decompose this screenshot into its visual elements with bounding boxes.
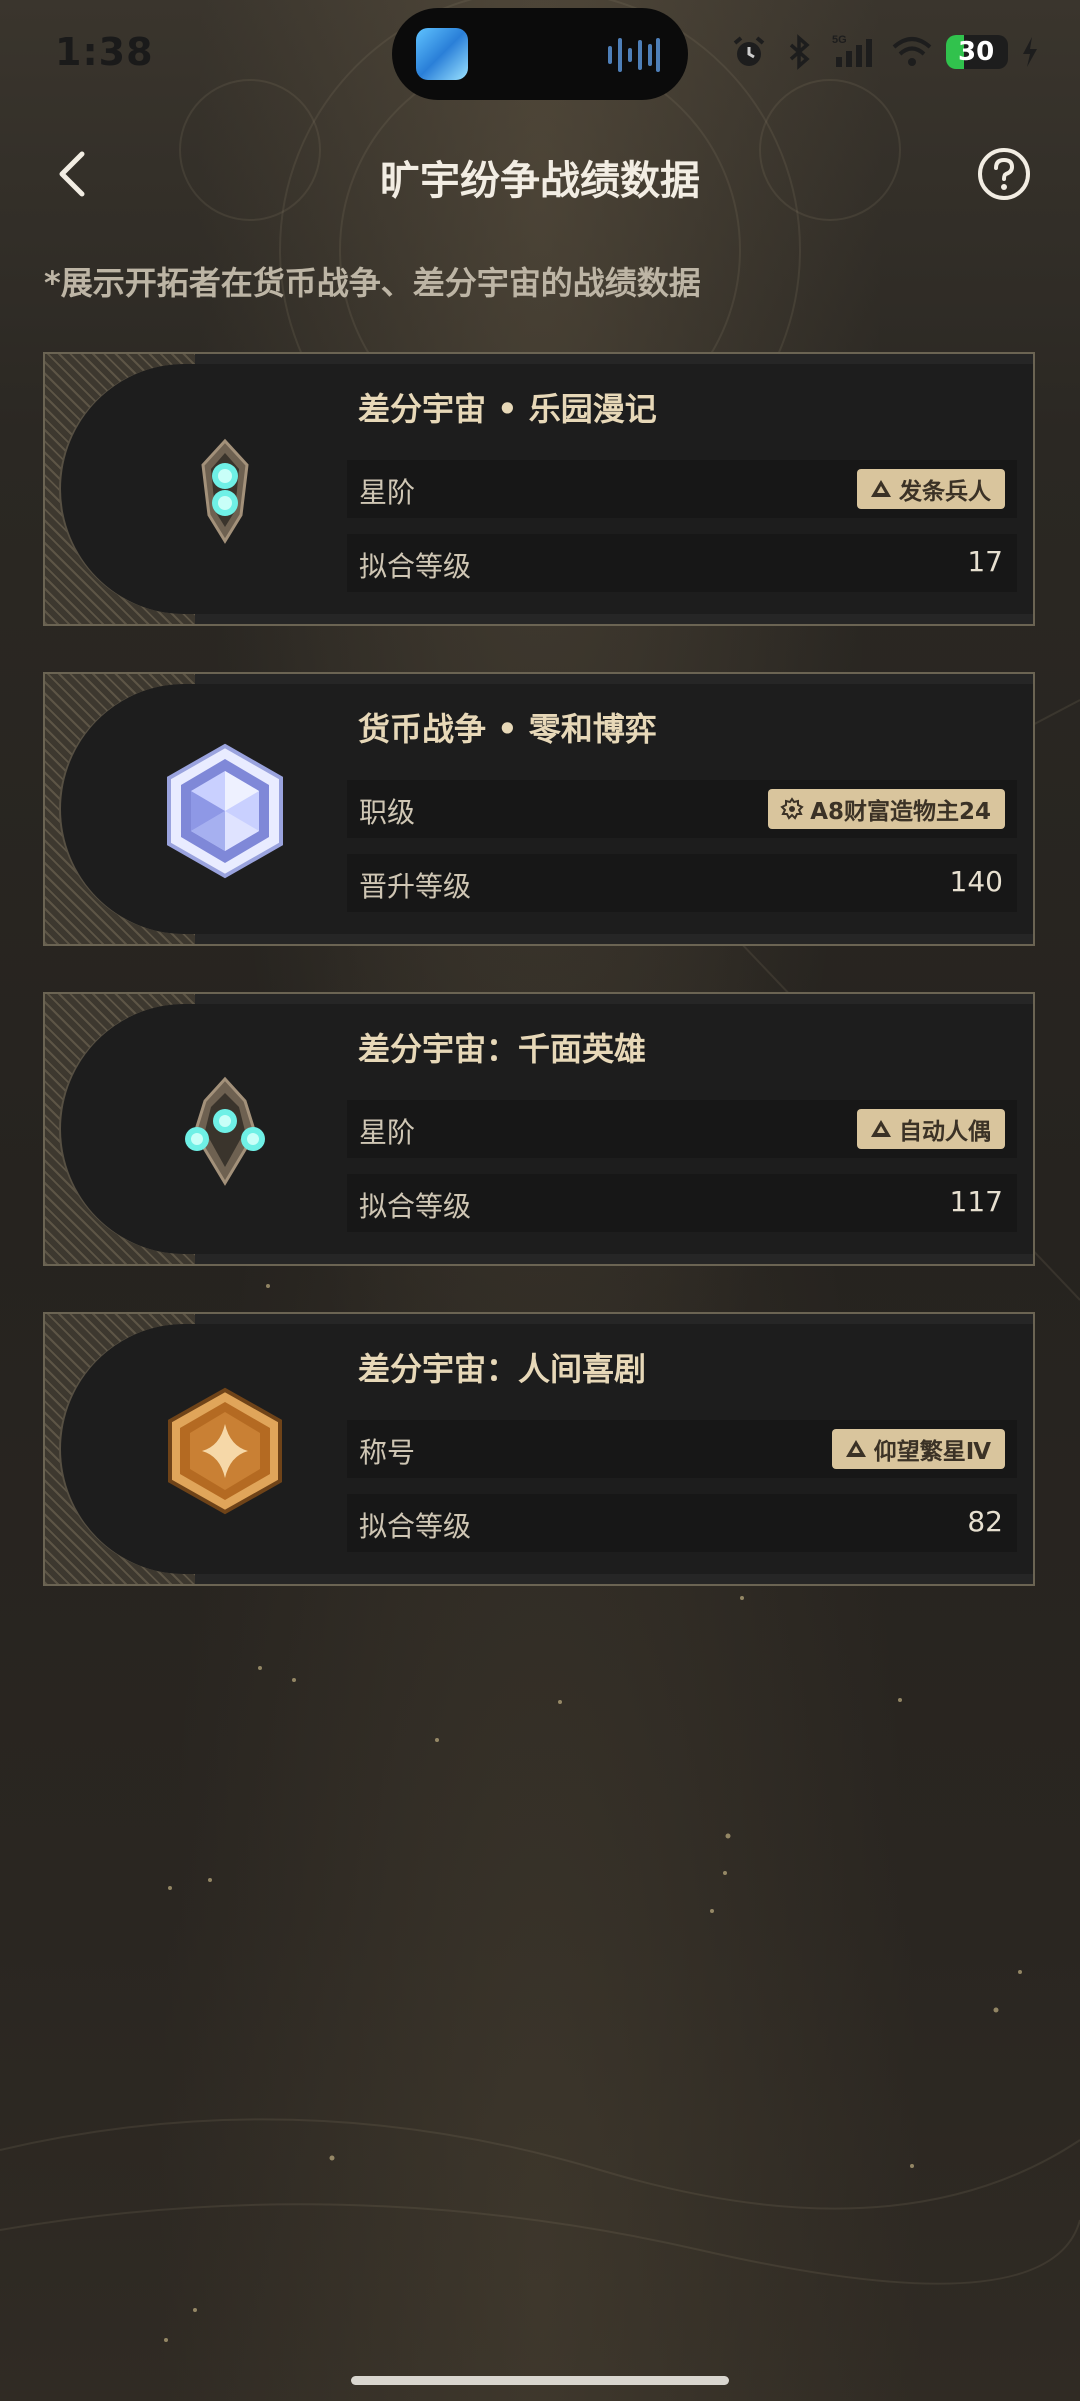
audio-wave-icon: [608, 38, 660, 72]
page-subtitle: *展示开拓者在货币战争、差分宇宙的战绩数据: [44, 264, 701, 302]
badge: [145, 1051, 305, 1211]
rank-tag[interactable]: 仰望繁星Ⅳ: [831, 1429, 1005, 1469]
bluetooth-icon: [789, 34, 810, 70]
card-title: 差分宇宙 • 乐园漫记: [358, 390, 657, 428]
stat-row-title: 称号 仰望繁星Ⅳ: [347, 1420, 1017, 1478]
rank-peak-icon: [871, 1120, 891, 1137]
help-button[interactable]: [976, 146, 1032, 202]
app-thumbnail-icon[interactable]: [416, 28, 468, 80]
record-card-currency-war[interactable]: 货币战争 • 零和博弈 职级 A8财富造物主24 晋升等级 140: [43, 672, 1035, 946]
stat-label: 星阶: [359, 1116, 416, 1149]
dynamic-island[interactable]: [392, 8, 688, 100]
status-icons: 5G 30: [730, 30, 1040, 74]
question-icon: [978, 148, 1030, 200]
stat-row-rank: 星阶 自动人偶: [347, 1100, 1017, 1158]
wifi-icon: [892, 37, 932, 66]
rank-gear-icon: [780, 797, 804, 820]
rank-tag-label: 自动人偶: [899, 1119, 991, 1145]
battery-level: 30: [958, 37, 995, 67]
stat-row-level: 拟合等级 82: [347, 1494, 1017, 1552]
record-card-thousand-faces[interactable]: 差分宇宙：千面英雄 星阶 自动人偶 拟合等级 117: [43, 992, 1035, 1266]
stat-value: 117: [949, 1185, 1003, 1218]
badge: [145, 731, 305, 891]
svg-text:5G: 5G: [832, 34, 847, 46]
rank-tag-label: A8财富造物主24: [810, 799, 991, 825]
page-title: 旷宇纷争战绩数据: [380, 158, 700, 204]
stat-label: 晋升等级: [359, 870, 472, 903]
rank-tag[interactable]: A8财富造物主24: [768, 789, 1005, 829]
stat-label: 星阶: [359, 476, 416, 509]
top-nav: 旷宇纷争战绩数据: [0, 120, 1080, 230]
rank-tag-label: 发条兵人: [899, 479, 991, 505]
signal-icon: 5G: [832, 34, 872, 67]
stat-label: 称号: [359, 1436, 416, 1469]
triple-orb-emblem-icon: [185, 1076, 265, 1186]
record-card-paradise[interactable]: 差分宇宙 • 乐园漫记 星阶 发条兵人 拟合等级 17: [43, 352, 1035, 626]
stat-row-rank: 星阶 发条兵人: [347, 460, 1017, 518]
stat-row-level: 拟合等级 17: [347, 534, 1017, 592]
stat-value: 17: [967, 545, 1003, 578]
status-time: 1:38: [55, 30, 154, 74]
stat-value: 82: [967, 1505, 1003, 1538]
badge: [145, 411, 305, 571]
home-indicator[interactable]: [351, 2376, 729, 2385]
battery-icon: 30: [946, 35, 1008, 69]
card-title: 货币战争 • 零和博弈: [358, 710, 657, 748]
status-bar: 1:38 5G 30: [0, 0, 1080, 110]
rank-tag[interactable]: 自动人偶: [857, 1109, 1005, 1149]
stat-label: 拟合等级: [359, 550, 472, 583]
badge: [145, 1371, 305, 1531]
stat-value: 140: [949, 865, 1003, 898]
stat-label: 拟合等级: [359, 1510, 472, 1543]
rank-tag[interactable]: 发条兵人: [857, 469, 1005, 509]
record-card-human-comedy[interactable]: 差分宇宙：人间喜剧 称号 仰望繁星Ⅳ 拟合等级 82: [43, 1312, 1035, 1586]
stat-row-rank: 职级 A8财富造物主24: [347, 780, 1017, 838]
card-title: 差分宇宙：千面英雄: [358, 1030, 647, 1068]
twin-orb-emblem-icon: [201, 438, 249, 544]
crystal-hexagon-icon: [167, 743, 283, 879]
bronze-hexagon-icon: [168, 1387, 282, 1515]
card-title: 差分宇宙：人间喜剧: [358, 1350, 647, 1388]
stat-row-level: 晋升等级 140: [347, 854, 1017, 912]
alarm-icon: [733, 36, 765, 66]
rank-peak-icon: [845, 1440, 866, 1457]
stat-row-level: 拟合等级 117: [347, 1174, 1017, 1232]
rank-peak-icon: [871, 480, 891, 497]
rank-tag-label: 仰望繁星Ⅳ: [873, 1439, 991, 1465]
charging-icon: [1023, 37, 1037, 67]
stat-label: 拟合等级: [359, 1190, 472, 1223]
stat-label: 职级: [359, 796, 416, 829]
